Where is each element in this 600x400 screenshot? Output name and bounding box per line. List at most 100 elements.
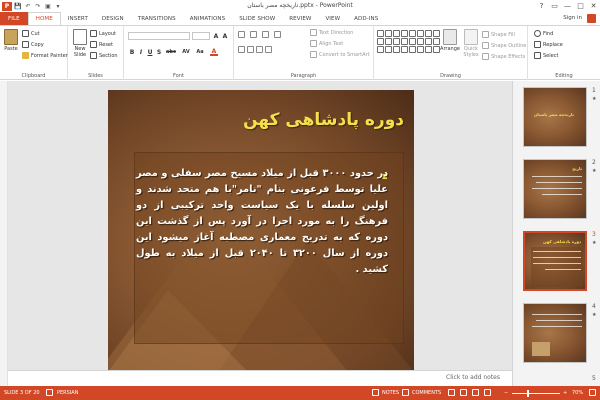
tab-slideshow[interactable]: SLIDE SHOW — [232, 12, 282, 25]
shape-fill-button[interactable]: Shape Fill — [482, 31, 515, 38]
reset-button[interactable]: Reset — [90, 41, 113, 48]
copy-button[interactable]: Copy — [22, 41, 44, 48]
zoom-slider-track[interactable] — [512, 393, 560, 394]
find-label: Find — [543, 30, 554, 37]
convert-smartart-button[interactable]: Convert to SmartArt — [310, 51, 370, 58]
notes-pane[interactable]: Click to add notes — [8, 370, 512, 386]
slideshow-view-icon[interactable] — [484, 389, 491, 396]
current-slide[interactable]: دوره پادشاهی کهن در حدود ۳۰۰۰ قبل از میل… — [108, 90, 414, 372]
close-button[interactable]: ✕ — [587, 0, 600, 12]
align-text-button[interactable]: Align Text — [310, 40, 343, 47]
line-spacing-button[interactable] — [274, 31, 281, 38]
shape-effects-button[interactable]: Shape Effects — [482, 53, 525, 60]
thumbnail-slide-3[interactable]: دوره پادشاهی کهن — [523, 231, 587, 291]
section-label: Section — [99, 52, 118, 59]
bold-button[interactable]: B — [128, 48, 136, 56]
slide-sorter-icon[interactable] — [460, 389, 467, 396]
arrange-icon — [443, 29, 457, 45]
copy-icon — [22, 41, 29, 48]
thumbnail-slide-1[interactable]: تاریخچه مصر باستان — [523, 87, 587, 147]
arrange-button[interactable]: Arrange — [440, 29, 460, 52]
help-icon[interactable]: ? — [535, 0, 548, 12]
arrange-label: Arrange — [440, 46, 460, 52]
tab-file[interactable]: FILE — [0, 12, 28, 25]
quick-styles-button[interactable]: Quick Styles — [461, 29, 481, 58]
title-bar: P 💾 ↶ ↷ ▣ ▾ تاریخچه مصر باستان.pptx - Po… — [0, 0, 600, 12]
notes-icon — [372, 389, 379, 396]
tab-home[interactable]: HOME — [27, 12, 61, 25]
zoom-in-button[interactable]: + — [563, 390, 567, 396]
numbering-button[interactable] — [250, 31, 257, 38]
grow-font-icon[interactable]: A — [212, 32, 220, 40]
new-slide-button[interactable]: New Slide — [71, 29, 89, 58]
font-name-combo[interactable] — [128, 32, 190, 40]
thumb-text-line — [533, 251, 581, 252]
slides-group: New Slide Layout Reset Section Slides — [68, 26, 124, 80]
slide-body-text[interactable]: در حدود ۳۰۰۰ قبل از میلاد مسیح مصر سفلی … — [136, 166, 388, 278]
font-group: A A B I U S abc AV Aa A Font — [124, 26, 234, 80]
font-size-combo[interactable] — [192, 32, 210, 40]
zoom-out-button[interactable]: − — [504, 390, 508, 396]
ribbon-tabs: FILE HOME INSERT DESIGN TRANSITIONS ANIM… — [0, 12, 600, 25]
indent-button[interactable] — [262, 31, 269, 38]
thumb-text-line — [545, 269, 581, 270]
text-direction-button[interactable]: Text Direction — [310, 29, 353, 36]
language-indicator[interactable]: PERSIAN — [57, 390, 78, 396]
tab-transitions[interactable]: TRANSITIONS — [131, 12, 183, 25]
align-text-icon — [310, 40, 317, 47]
shape-outline-button[interactable]: Shape Outline — [482, 42, 526, 49]
minimize-button[interactable]: — — [561, 0, 574, 12]
strikethrough-button[interactable]: abc — [165, 48, 177, 56]
align-buttons[interactable] — [238, 46, 272, 53]
tab-review[interactable]: REVIEW — [282, 12, 318, 25]
tab-view[interactable]: VIEW — [318, 12, 347, 25]
tab-animations[interactable]: ANIMATIONS — [183, 12, 233, 25]
align-right-icon — [256, 46, 263, 53]
layout-button[interactable]: Layout — [90, 30, 116, 37]
vertical-scroll-strip[interactable] — [0, 81, 8, 386]
character-spacing-button[interactable]: AV — [180, 48, 192, 56]
sign-in-link[interactable]: Sign in — [563, 15, 582, 21]
underline-button[interactable]: U — [146, 48, 154, 56]
tab-addins[interactable]: ADD-INS — [347, 12, 385, 25]
font-color-button[interactable]: A — [210, 48, 218, 56]
select-button[interactable]: Select — [534, 52, 558, 59]
drawing-group-label: Drawing — [440, 73, 461, 79]
shapes-gallery[interactable] — [377, 30, 440, 60]
format-painter-button[interactable]: Format Painter — [22, 52, 68, 59]
tab-insert[interactable]: INSERT — [61, 12, 95, 25]
text-direction-label: Text Direction — [319, 29, 354, 36]
italic-button[interactable]: I — [137, 48, 145, 56]
clipboard-group: Paste Cut Copy Format Painter Clipboard — [0, 26, 68, 80]
notes-toggle[interactable]: NOTES — [382, 390, 399, 396]
shrink-font-icon[interactable]: A — [221, 32, 229, 40]
bullets-icon — [238, 31, 245, 38]
find-button[interactable]: Find — [534, 30, 553, 37]
editing-group-label: Editing — [555, 73, 573, 79]
change-case-button[interactable]: Aa — [194, 48, 206, 56]
section-button[interactable]: Section — [90, 52, 118, 59]
spelling-icon[interactable] — [46, 389, 53, 396]
comments-toggle[interactable]: COMMENTS — [412, 390, 441, 396]
reading-view-icon[interactable] — [472, 389, 479, 396]
cut-button[interactable]: Cut — [22, 30, 40, 37]
editing-group: Find Replace Select Editing — [528, 26, 600, 80]
smartart-icon — [310, 51, 317, 58]
fit-slide-icon[interactable] — [589, 389, 596, 396]
replace-button[interactable]: Replace — [534, 41, 563, 48]
shape-outline-icon — [482, 42, 489, 49]
thumbnail-slide-4[interactable] — [523, 303, 587, 363]
reset-icon — [90, 41, 97, 48]
shadow-button[interactable]: S — [155, 48, 163, 56]
thumbnail-slide-2[interactable]: تاریخ — [523, 159, 587, 219]
zoom-level[interactable]: 70% — [572, 390, 583, 396]
zoom-slider-knob[interactable] — [527, 390, 529, 397]
tab-design[interactable]: DESIGN — [95, 12, 131, 25]
normal-view-icon[interactable] — [448, 389, 455, 396]
bullets-button[interactable] — [238, 31, 245, 38]
maximize-button[interactable]: □ — [574, 0, 587, 12]
ribbon-display-icon[interactable]: ▭ — [548, 0, 561, 12]
font-group-label: Font — [173, 73, 184, 79]
slide-title[interactable]: دوره پادشاهی کهن — [243, 110, 404, 130]
paste-button[interactable]: Paste — [2, 29, 20, 52]
